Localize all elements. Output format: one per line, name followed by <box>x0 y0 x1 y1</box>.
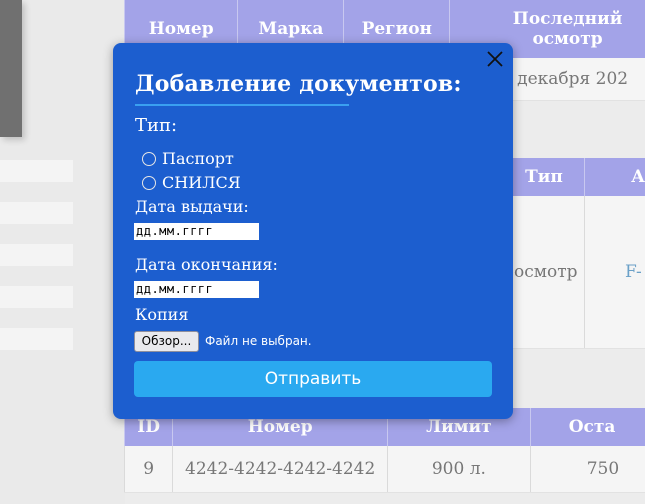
modal-title: Добавление документов: <box>135 71 462 97</box>
close-icon[interactable] <box>485 49 505 69</box>
cell-id: 9 <box>123 446 173 492</box>
cell-card-number: 4242-4242-4242-4242 <box>172 446 388 492</box>
title-underline <box>135 104 349 106</box>
documents-table: Тип А осмотр F- <box>503 158 645 348</box>
radio-circle-icon[interactable] <box>142 175 156 190</box>
browse-button[interactable]: Обзор... <box>134 331 199 352</box>
radio-passport[interactable]: Паспорт <box>142 149 234 168</box>
submit-button[interactable]: Отправить <box>134 361 492 397</box>
cards-table: ID Номер Лимит Оста 9 4242-4242-4242-424… <box>123 408 645 492</box>
cell-type: осмотр <box>503 196 585 348</box>
issue-date-label: Дата выдачи: <box>135 197 249 216</box>
copy-label: Копия <box>135 305 189 324</box>
sidebar-bar <box>0 286 73 308</box>
radio-snils-label: СНИЛСЯ <box>162 173 241 192</box>
end-date-label: Дата окончания: <box>135 255 278 274</box>
radio-passport-label: Паспорт <box>162 149 234 168</box>
col-header-remaining: Оста <box>529 408 645 446</box>
radio-snils[interactable]: СНИЛСЯ <box>142 173 241 192</box>
sidebar-bar <box>0 244 73 266</box>
cell-remaining: 750 <box>529 446 645 492</box>
col-header-a: А <box>584 158 645 196</box>
cell-document-link[interactable]: F- <box>584 196 645 348</box>
cell-limit: 900 л. <box>387 446 531 492</box>
issue-date-input[interactable]: дд.мм.гггг <box>134 223 259 240</box>
profile-photo <box>0 0 22 137</box>
radio-circle-icon[interactable] <box>142 151 156 166</box>
col-header-type: Тип <box>503 158 585 196</box>
file-status: Файл не выбран. <box>205 334 312 348</box>
end-date-input[interactable]: дд.мм.гггг <box>134 281 259 298</box>
add-documents-modal: Добавление документов: Тип: Паспорт СНИЛ… <box>113 43 513 419</box>
sidebar-bar <box>0 202 73 224</box>
sidebar-bar <box>0 160 73 182</box>
sidebar-bar <box>0 328 73 350</box>
type-label: Тип: <box>135 115 178 136</box>
